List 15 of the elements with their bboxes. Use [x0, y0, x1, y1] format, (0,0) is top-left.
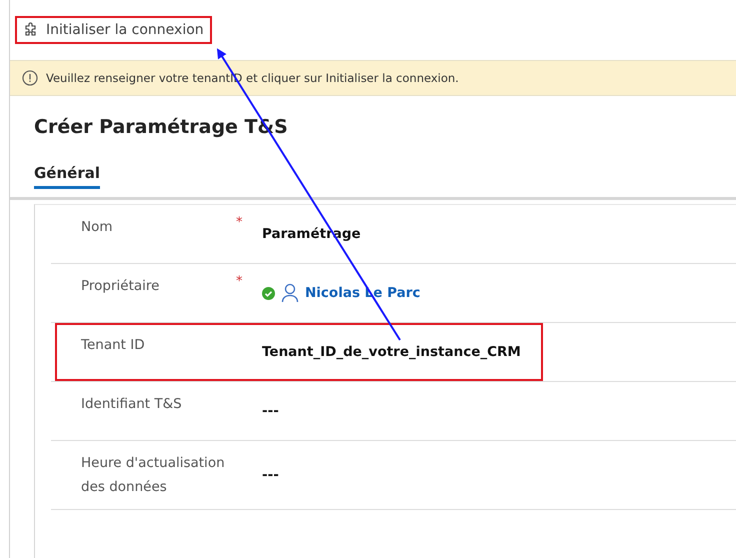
required-mark: *	[236, 274, 242, 289]
field-value: Tenant_ID_de_votre_instance_CRM	[262, 344, 521, 360]
field-label: Identifiant T&S	[81, 395, 183, 414]
check-icon	[262, 286, 275, 300]
field-label: Heure d'actualisation des données	[81, 454, 226, 497]
field-value: ---	[262, 403, 279, 419]
field-value: ---	[262, 467, 279, 483]
field-label: Nom	[81, 218, 114, 237]
required-mark: *	[236, 215, 242, 230]
tab[interactable]: Général	[34, 164, 100, 189]
toolbar-button[interactable]: Initialiser la connexion	[15, 16, 212, 44]
field-label: Propriétaire	[81, 277, 160, 296]
warning-icon	[22, 70, 38, 86]
field-label: Tenant ID	[81, 336, 146, 355]
person-icon	[281, 283, 299, 303]
